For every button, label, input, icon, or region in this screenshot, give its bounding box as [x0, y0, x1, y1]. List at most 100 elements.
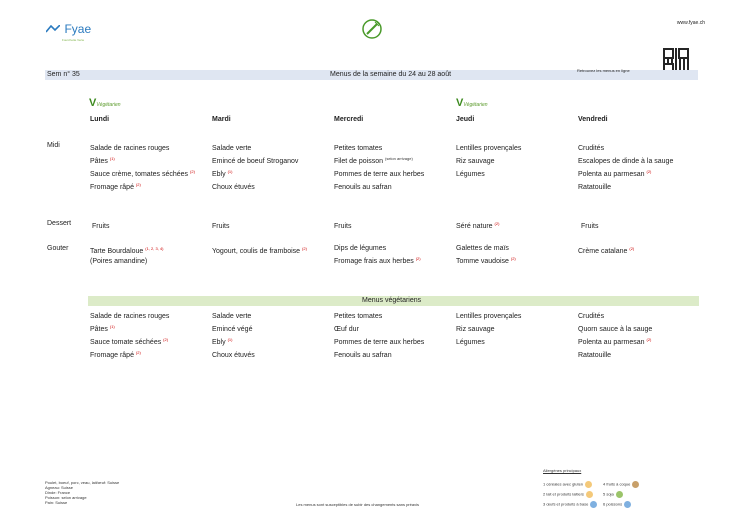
- menu-item: Fromage râpé (2): [90, 182, 141, 191]
- menu-item: Petites tomates: [334, 145, 383, 152]
- menu-item: Salade de racines rouges: [90, 145, 170, 152]
- menu-item: Escalopes de dinde à la sauge: [578, 158, 674, 165]
- menu-item: Polenta au parmesan (2): [578, 337, 652, 346]
- menu-item: Emincé de boeuf Stroganov: [212, 158, 299, 165]
- gouter-jeudi: Galettes de maïs Tomme vaudoise (2): [456, 244, 516, 267]
- menu-item: Légumes: [456, 339, 485, 346]
- allergen-item: 6 poissons: [603, 501, 639, 511]
- menu-item: Riz sauvage: [456, 158, 495, 165]
- menu-item: Petites tomates: [334, 313, 383, 320]
- menu-item: Riz sauvage: [456, 326, 495, 333]
- menu-item: Filet de poisson (selon arrivage): [334, 156, 413, 165]
- menu-item: Ebly (1): [212, 337, 233, 346]
- allergen-item: 1 céréales avec gluten: [543, 481, 597, 491]
- allergen-item: 5 soja: [603, 491, 639, 501]
- website-link[interactable]: www.fyae.ch: [677, 18, 705, 28]
- origins-list: Poulet, boeuf, porc, veau, lait/œuf: Sui…: [45, 480, 119, 505]
- dessert-mardi: Fruits: [212, 223, 230, 230]
- allergen-badge-icon: [585, 491, 593, 498]
- week-title: Menus de la semaine du 24 au 28 août: [330, 71, 452, 78]
- allergens-col-1: 1 céréales avec gluten 2 lait et produit…: [543, 481, 598, 511]
- menu-item: Salade de racines rouges: [90, 313, 170, 320]
- allergens-legend: Allergènes principaux: [543, 468, 581, 473]
- allergen-badge-icon: [632, 481, 640, 488]
- menu-item: (Poires amandine): [90, 258, 148, 265]
- row-label-gouter: Gouter: [47, 245, 69, 252]
- menu-item: Salade verte: [212, 145, 252, 152]
- menu-item: Emincé végé: [212, 326, 253, 333]
- allergen-badge-icon: [624, 501, 632, 508]
- veg-mardi: Salade verte Emincé végé Ebly (1) Choux …: [212, 309, 255, 361]
- allergens-title: Allergènes principaux: [543, 468, 582, 473]
- menu-item: Yogourt, coulis de framboise (2): [212, 246, 307, 255]
- menu-item: Sauce tomate séchées (2): [90, 337, 169, 346]
- fourchette-verte-icon: [361, 18, 383, 45]
- menu-item: Fenouils au safran: [334, 352, 392, 359]
- origin-line: Pain: Suisse: [45, 500, 68, 505]
- allergen-item: 4 fruits à coque: [603, 481, 640, 491]
- menu-item: Polenta au parmesan (2): [578, 169, 652, 178]
- brand-logo: Fyae Fourchette Verte: [45, 20, 92, 42]
- menu-item: Salade verte: [212, 313, 252, 320]
- veg-vendredi: Crudités Quorn sauce à la sauge Polenta …: [578, 309, 652, 361]
- menu-item: Ebly (1): [212, 169, 233, 178]
- menu-item: Quorn sauce à la sauge: [578, 326, 653, 333]
- menu-item: Pommes de terre aux herbes: [334, 339, 425, 346]
- menu-item: Galettes de maïs: [456, 245, 509, 252]
- menu-item: Fenouils au safran: [334, 184, 392, 191]
- footer-disclaimer: Les menus sont susceptibles de subir des…: [296, 502, 419, 507]
- menu-item: Crudités: [578, 313, 605, 320]
- menu-item: Choux étuvés: [212, 352, 255, 359]
- allergen-badge-icon: [585, 481, 593, 488]
- gouter-vendredi: Crème catalane (2): [578, 244, 634, 257]
- allergens-col-2: 4 fruits à coque 5 soja 6 poissons: [603, 481, 640, 511]
- menu-item: Ratatouille: [578, 184, 612, 191]
- day-header-mardi: Mardi: [212, 116, 231, 123]
- dessert-jeudi: Séré nature (2): [456, 221, 500, 230]
- menu-item: Crème catalane (2): [578, 246, 635, 255]
- midi-jeudi: Lentilles provençales Riz sauvage Légume…: [456, 141, 521, 180]
- menu-item: Choux étuvés: [212, 184, 255, 191]
- week-number: Sem n° 35: [47, 71, 80, 78]
- day-header-vendredi: Vendredi: [578, 116, 608, 123]
- day-header-lundi: Lundi: [90, 116, 110, 123]
- dessert-lundi: Fruits: [92, 223, 110, 230]
- qr-caption: Retrouvez les menus en ligne: [577, 68, 630, 73]
- midi-mercredi: Petites tomates Filet de poisson (selon …: [334, 141, 424, 193]
- menu-item: Pâtes (1): [90, 156, 115, 165]
- menu-item: Fromage râpé (2): [90, 350, 141, 359]
- vegetarian-bar-title: Menus végétariens: [362, 297, 422, 304]
- menu-item: Lentilles provençales: [456, 145, 522, 152]
- vegetarian-marker-lundi: VVégétarien: [89, 97, 121, 109]
- allergen-item: 3 œufs et produits à base: [543, 501, 598, 511]
- veg-mercredi: Petites tomates Œuf dur Pommes de terre …: [334, 309, 424, 361]
- menu-item: Œuf dur: [334, 326, 359, 333]
- allergen-item: 2 lait et produits laitiers: [543, 491, 597, 501]
- row-label-dessert: Dessert: [47, 220, 72, 227]
- gouter-mardi: Yogourt, coulis de framboise (2): [212, 244, 307, 257]
- brand-tagline: Fourchette Verte: [62, 38, 85, 42]
- menu-item: Lentilles provençales: [456, 313, 522, 320]
- veg-lundi: Salade de racines rouges Pâtes (1) Sauce…: [90, 309, 169, 361]
- gouter-lundi: Tarte Bourdaloue (1, 2, 3, 4) (Poires am…: [90, 244, 164, 267]
- dessert-mercredi: Fruits: [334, 223, 352, 230]
- row-label-midi: Midi: [47, 142, 60, 149]
- menu-item: Crudités: [578, 145, 605, 152]
- midi-mardi: Salade verte Emincé de boeuf Stroganov E…: [212, 141, 298, 193]
- menu-item: Ratatouille: [578, 352, 612, 359]
- menu-item: Pâtes (1): [90, 324, 115, 333]
- menu-item: Pommes de terre aux herbes: [334, 171, 425, 178]
- veg-jeudi: Lentilles provençales Riz sauvage Légume…: [456, 309, 521, 348]
- brand-name: Fyae: [64, 22, 92, 36]
- menu-item: Sauce crème, tomates séchées (2): [90, 169, 195, 178]
- menu-item: Tarte Bourdaloue (1, 2, 3, 4): [90, 246, 164, 255]
- allergen-badge-icon: [590, 501, 598, 508]
- dessert-vendredi: Fruits: [581, 223, 599, 230]
- menu-item: Fromage frais aux herbes (2): [334, 256, 421, 265]
- midi-lundi: Salade de racines rouges Pâtes (1) Sauce…: [90, 141, 195, 193]
- day-header-mercredi: Mercredi: [334, 116, 364, 123]
- gouter-mercredi: Dips de légumes Fromage frais aux herbes…: [334, 244, 421, 267]
- menu-item: Tomme vaudoise (2): [456, 256, 516, 265]
- menu-item: Dips de légumes: [334, 245, 387, 252]
- wave-icon: [45, 20, 61, 38]
